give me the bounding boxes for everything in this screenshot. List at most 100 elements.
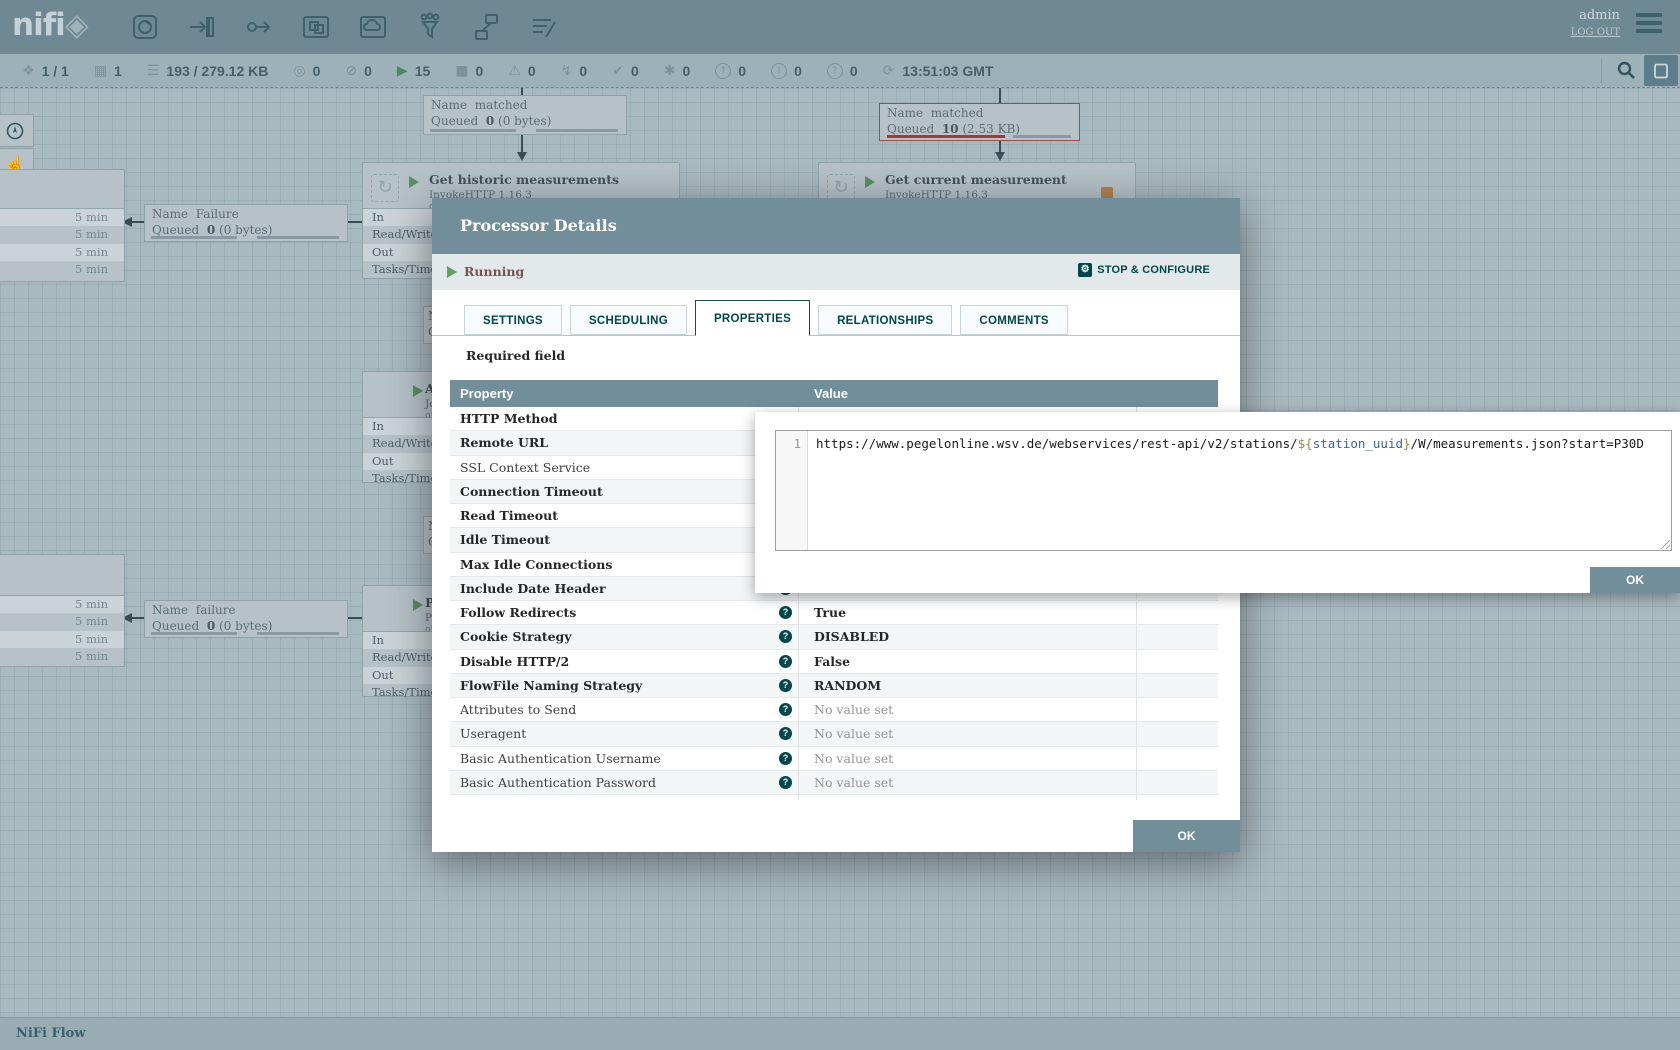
help-icon[interactable]: ? (779, 606, 792, 619)
stat-value: 5 min (0, 209, 124, 226)
running-indicator-icon (447, 266, 457, 278)
running-indicator-icon (409, 176, 419, 188)
queued-count: 10 (942, 122, 959, 136)
property-name: Useragent (460, 726, 526, 741)
processor-left-bottom[interactable]: 5 min 5 min 5 min 5 min (0, 554, 125, 667)
property-value: False (814, 654, 850, 669)
input-port-toolbar-icon[interactable] (187, 12, 217, 42)
template-toolbar-icon[interactable] (472, 12, 502, 42)
processor-type-icon: ↻ (371, 174, 399, 202)
queue-name-label: Name (152, 603, 188, 617)
connection-label-matched[interactable]: Name matched Queued 0 (0 bytes) (423, 95, 627, 135)
stat-value: 5 min (0, 631, 124, 648)
queued-count: 0 (486, 114, 494, 128)
status-count: 1 / 1 (42, 63, 69, 79)
navigate-panel[interactable] (0, 114, 34, 147)
sync-failure-icon: ? (827, 63, 843, 79)
queue-name-label: Name (431, 98, 467, 112)
dialog-tabs: SETTINGS SCHEDULING PROPERTIES RELATIONSHIP… (432, 300, 1240, 336)
editor-ok-button[interactable]: OK (1590, 567, 1680, 593)
line-number-gutter: 1 (776, 431, 808, 550)
global-menu-icon[interactable] (1636, 13, 1662, 37)
process-group-toolbar-icon[interactable] (301, 12, 331, 42)
queue-progress-bar (430, 129, 516, 132)
property-row[interactable]: Basic Authentication Username?No value s… (450, 747, 1218, 771)
queue-progress-bar (1013, 135, 1071, 138)
processor-title: Get current measurement (885, 172, 1067, 187)
output-port-toolbar-icon[interactable] (244, 12, 274, 42)
property-name: SSL Context Service (460, 460, 590, 475)
stat-value: 5 min (0, 226, 124, 243)
dialog-ok-button[interactable]: OK (1133, 820, 1240, 852)
tab-properties[interactable]: PROPERTIES (695, 300, 810, 336)
queue-progress-bar (887, 135, 1005, 138)
locally-modified-stale-icon: ! (771, 63, 787, 79)
settings-panel-icon[interactable] (1644, 55, 1678, 86)
queue-progress-bar (257, 236, 339, 239)
status-sync-failure: ?0 (827, 63, 858, 79)
property-value: DISABLED (814, 629, 889, 644)
code-segment-plain: /W/measurements.json?start=P30D (1411, 436, 1644, 451)
tab-comments[interactable]: COMMENTS (960, 305, 1067, 335)
connection-label-failure-bottom[interactable]: Name failure Queued 0 (0 bytes) (144, 600, 348, 638)
tab-scheduling[interactable]: SCHEDULING (570, 305, 687, 335)
status-items: ❖1 / 1▦1☰193 / 279.12 KB◎0⊘0▶15■0⚠0↯0✔0✱… (22, 54, 993, 87)
property-value: No value set (814, 702, 893, 717)
property-name: HTTP Method (460, 411, 557, 426)
property-value: True (814, 605, 846, 620)
help-icon[interactable]: ? (779, 727, 792, 740)
stop-and-configure-button[interactable]: ⚙ STOP & CONFIGURE (1078, 263, 1210, 277)
stat-value: 5 min (0, 613, 124, 630)
property-value-editor: 1 https://www.pegelonline.wsv.de/webserv… (755, 412, 1680, 593)
last-refresh-time: 13:51:03 GMT (902, 63, 993, 79)
help-icon[interactable]: ? (779, 776, 792, 789)
queued-count: 0 (207, 223, 215, 237)
property-row[interactable]: Disable HTTP/2?False (450, 650, 1218, 674)
help-icon[interactable]: ? (779, 703, 792, 716)
search-icon[interactable] (1616, 60, 1636, 85)
processor-left-top[interactable]: 5 min 5 min 5 min 5 min (0, 169, 125, 282)
stale-icon: ↑ (715, 63, 731, 79)
property-row[interactable]: Follow Redirects?True (450, 601, 1218, 625)
code-segment-bracket: } (1403, 436, 1411, 451)
status-count: 0 (794, 63, 802, 79)
funnel-toolbar-icon[interactable] (415, 12, 445, 42)
nifi-application: ☝ 5 min 5 min 5 min 5 min 5 min 5 min 5 … (0, 0, 1680, 1050)
property-row[interactable]: FlowFile Naming Strategy?RANDOM (450, 674, 1218, 698)
queue-name-label: Name (152, 207, 188, 221)
invalid-icon: ⚠ (508, 63, 521, 79)
property-row[interactable]: Attributes to Send?No value set (450, 698, 1218, 722)
refresh-icon[interactable]: ⟳ (883, 63, 895, 79)
editor-code-line[interactable]: https://www.pegelonline.wsv.de/webservic… (808, 431, 1671, 550)
resize-handle-icon[interactable] (1659, 538, 1670, 549)
stat-value: 5 min (0, 596, 124, 613)
dialog-header: Processor Details (432, 198, 1240, 254)
remote-process-group-toolbar-icon[interactable] (358, 12, 388, 42)
disabled-icon: ↯ (561, 63, 573, 79)
value-editor-textarea[interactable]: 1 https://www.pegelonline.wsv.de/webserv… (775, 430, 1672, 551)
help-icon[interactable]: ? (779, 655, 792, 668)
queued-label: Queued (152, 619, 199, 633)
breadcrumb[interactable]: NiFi Flow (16, 1026, 86, 1041)
help-icon[interactable]: ? (779, 630, 792, 643)
connection-label-matched-alert[interactable]: Name matched Queued 10 (2.53 KB) (879, 103, 1080, 141)
tab-relationships[interactable]: RELATIONSHIPS (818, 305, 952, 335)
queued-size: (0 bytes) (219, 223, 272, 237)
property-row[interactable]: Basic Authentication Password?No value s… (450, 771, 1218, 795)
connection-label-failure-top[interactable]: Name Failure Queued 0 (0 bytes) (144, 204, 348, 242)
help-icon[interactable]: ? (779, 752, 792, 765)
property-row[interactable]: Useragent?No value set (450, 722, 1218, 746)
label-toolbar-icon[interactable] (529, 12, 559, 42)
help-icon[interactable]: ? (779, 679, 792, 692)
logout-link[interactable]: LOG OUT (1571, 27, 1620, 38)
queued-label: Queued (431, 114, 478, 128)
property-name: FlowFile Naming Strategy (460, 678, 642, 693)
property-row[interactable]: ? (450, 795, 1218, 800)
processor-toolbar-icon[interactable] (130, 12, 160, 42)
value-column-header: Value (798, 386, 1136, 401)
code-segment-plain: https://www.pegelonline.wsv.de/webservic… (816, 436, 1298, 451)
table-header: Property Value (450, 380, 1218, 407)
connection-arrow-icon (517, 152, 527, 161)
tab-settings[interactable]: SETTINGS (464, 305, 562, 335)
property-row[interactable]: Cookie Strategy?DISABLED (450, 625, 1218, 649)
